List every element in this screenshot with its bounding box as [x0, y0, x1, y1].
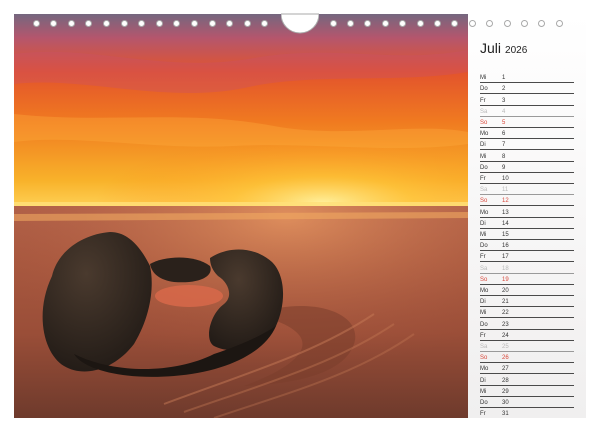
- weekday-label: Do: [480, 399, 488, 406]
- weekday-label: Do: [480, 243, 488, 250]
- weekday-label: Sa: [480, 265, 488, 272]
- day-number: 27: [502, 366, 509, 373]
- weekday-label: Fr: [480, 332, 486, 339]
- day-number: 2: [502, 86, 506, 93]
- weekday-label: Di: [480, 142, 486, 149]
- weekday-label: Sa: [480, 343, 488, 350]
- weekday-label: Sa: [480, 187, 488, 194]
- day-number: 22: [502, 310, 509, 317]
- day-number: 1: [502, 75, 506, 82]
- weekday-label: Do: [480, 86, 488, 93]
- day-number: 19: [502, 276, 509, 283]
- weekday-label: Mi: [480, 75, 487, 82]
- calendar-panel: Juli 2026 Mi 1 Do 2 Fr 3 Sa 4 So 5 Mo 6 Di 7 Mi 8 Do 9 Fr 10…: [468, 14, 586, 418]
- weekday-label: Mo: [480, 209, 489, 216]
- day-number: 4: [502, 108, 506, 115]
- day-row: Fr 31: [480, 407, 574, 418]
- weekday-label: Fr: [480, 175, 486, 182]
- calendar-title: Juli 2026: [480, 40, 527, 60]
- weekday-label: Di: [480, 377, 486, 384]
- day-number: 23: [502, 321, 509, 328]
- day-number: 6: [502, 131, 506, 138]
- weekday-label: Mo: [480, 287, 489, 294]
- weekday-label: Sa: [480, 108, 488, 115]
- weekday-label: So: [480, 276, 488, 283]
- weekday-label: So: [480, 119, 488, 126]
- weekday-label: So: [480, 355, 488, 362]
- weekday-label: Fr: [480, 97, 486, 104]
- day-number: 7: [502, 142, 506, 149]
- weekday-label: Mi: [480, 231, 487, 238]
- calendar-page: Juli 2026 Mi 1 Do 2 Fr 3 Sa 4 So 5 Mo 6 Di 7 Mi 8 Do 9 Fr 10…: [14, 14, 586, 418]
- weekday-label: So: [480, 198, 488, 205]
- weekday-label: Di: [480, 299, 486, 306]
- weekday-label: Mo: [480, 131, 489, 138]
- weekday-label: Di: [480, 220, 486, 227]
- weekday-label: Mi: [480, 310, 487, 317]
- sunset-beach-photo: [14, 14, 468, 418]
- day-number: 17: [502, 254, 509, 261]
- weekday-label: Do: [480, 164, 488, 171]
- day-number: 31: [502, 411, 509, 418]
- day-number: 24: [502, 332, 509, 339]
- day-number: 9: [502, 164, 506, 171]
- day-number: 10: [502, 175, 509, 182]
- day-number: 3: [502, 97, 506, 104]
- day-number: 21: [502, 299, 509, 306]
- day-number: 26: [502, 355, 509, 362]
- weekday-label: Mi: [480, 388, 487, 395]
- day-number: 29: [502, 388, 509, 395]
- day-number: 14: [502, 220, 509, 227]
- day-number: 20: [502, 287, 509, 294]
- day-number: 25: [502, 343, 509, 350]
- weekday-label: Do: [480, 321, 488, 328]
- day-number: 15: [502, 231, 509, 238]
- day-number: 16: [502, 243, 509, 250]
- day-number: 28: [502, 377, 509, 384]
- day-number: 8: [502, 153, 506, 160]
- weekday-label: Fr: [480, 254, 486, 261]
- day-number: 13: [502, 209, 509, 216]
- day-number: 12: [502, 198, 509, 205]
- weekday-label: Mi: [480, 153, 487, 160]
- year-label: 2026: [505, 45, 528, 56]
- day-number: 11: [502, 187, 509, 194]
- month-label: Juli: [480, 40, 502, 56]
- day-number: 5: [502, 119, 506, 126]
- day-number: 30: [502, 399, 509, 406]
- weekday-label: Mo: [480, 366, 489, 373]
- weekday-label: Fr: [480, 411, 486, 418]
- day-number: 18: [502, 265, 509, 272]
